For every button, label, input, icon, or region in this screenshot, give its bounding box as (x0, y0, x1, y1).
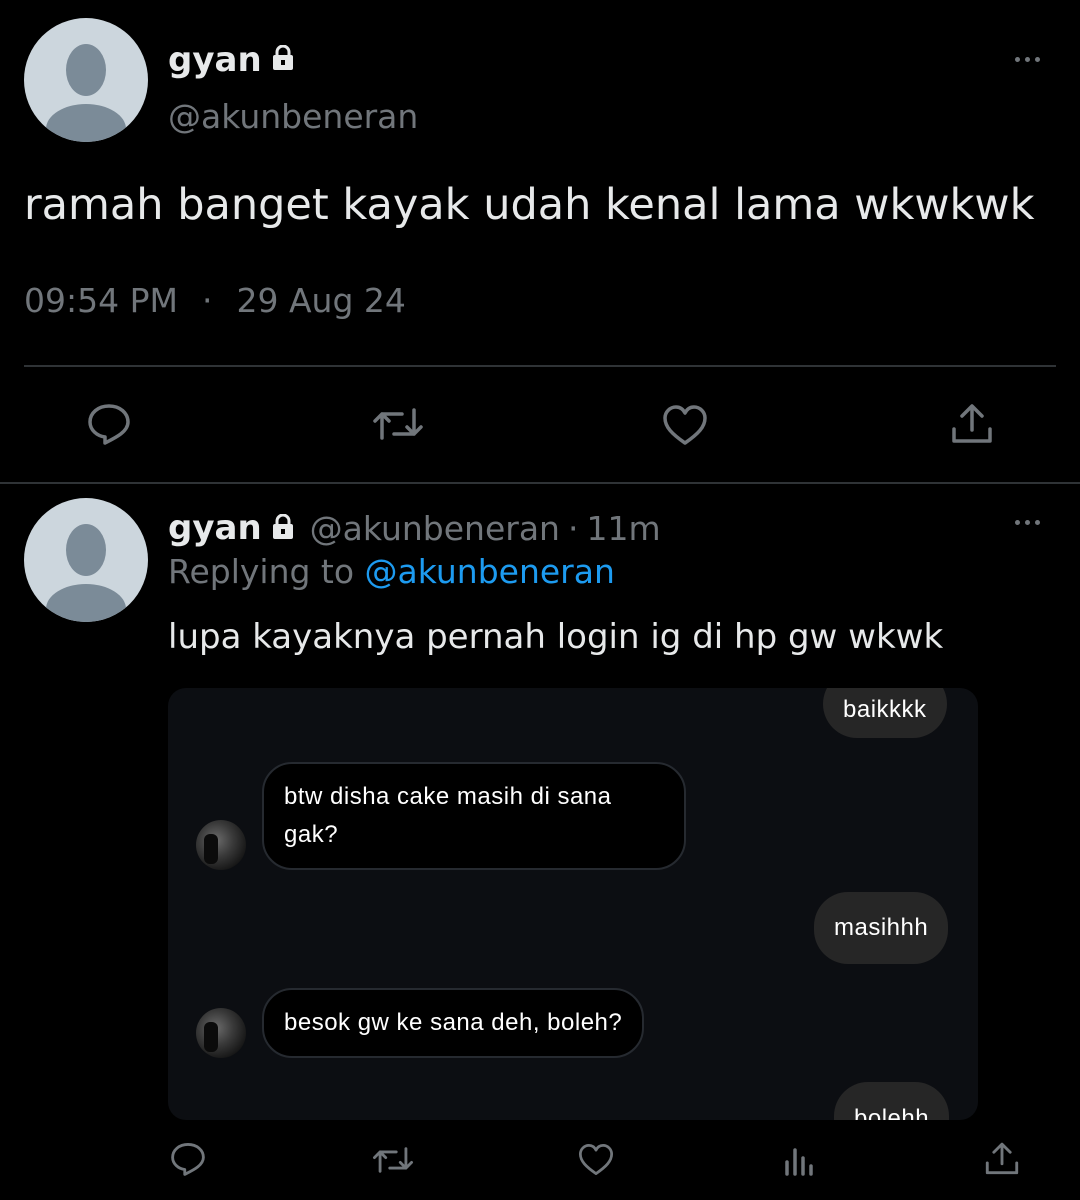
tweet-age[interactable]: 11m (586, 509, 660, 548)
chat-bubble-outgoing: baikkkk (823, 688, 947, 738)
retweet-icon[interactable] (372, 1145, 414, 1175)
chat-bubble-incoming: besok gw ke sana deh, boleh? (262, 988, 645, 1058)
lock-icon (270, 509, 296, 548)
author-handle[interactable]: @akunbeneran (168, 97, 418, 136)
chat-bubble-incoming: btw disha cake masih di sana gak? (262, 762, 686, 870)
display-name[interactable]: gyan (168, 40, 262, 80)
attached-image[interactable]: baikkkk btw disha cake masih di sana gak… (168, 688, 978, 1120)
author-row: gyan (168, 38, 296, 82)
like-icon[interactable] (662, 404, 708, 446)
tweet-date[interactable]: 29 Aug 24 (236, 281, 405, 320)
chat-avatar (196, 820, 246, 870)
more-icon[interactable] (1015, 57, 1040, 62)
lock-icon (270, 44, 296, 75)
timestamp-row: 09:54 PM · 29 Aug 24 (24, 281, 406, 320)
divider (24, 365, 1056, 367)
reply-icon[interactable] (170, 1142, 206, 1176)
reply-icon[interactable] (87, 403, 131, 445)
chat-avatar (196, 1008, 246, 1058)
divider (0, 482, 1080, 484)
separator-dot: · (567, 508, 579, 548)
share-icon[interactable] (984, 1140, 1020, 1176)
replying-to: Replying to @akunbeneran (168, 552, 615, 591)
separator-dot: · (201, 281, 213, 320)
avatar[interactable] (24, 18, 148, 142)
chat-bubble-outgoing: masihhh (814, 892, 949, 964)
views-icon[interactable] (784, 1144, 814, 1176)
tweet-text: ramah banget kayak udah kenal lama wkwkw… (24, 180, 1035, 230)
share-icon[interactable] (950, 401, 994, 445)
replying-prefix: Replying to (168, 552, 355, 591)
more-icon[interactable] (1015, 520, 1040, 525)
reply-author-row: gyan @akunbeneran · 11m (168, 506, 661, 550)
avatar[interactable] (24, 498, 148, 622)
like-icon[interactable] (578, 1143, 614, 1176)
tweet-time[interactable]: 09:54 PM (24, 281, 178, 320)
replying-handle-link[interactable]: @akunbeneran (365, 552, 615, 591)
chat-bubble-outgoing: bolehh (834, 1082, 950, 1120)
retweet-icon[interactable] (372, 406, 424, 442)
reply-text: lupa kayaknya pernah login ig di hp gw w… (168, 617, 944, 657)
author-handle[interactable]: @akunbeneran (310, 509, 560, 548)
display-name[interactable]: gyan (168, 508, 262, 548)
